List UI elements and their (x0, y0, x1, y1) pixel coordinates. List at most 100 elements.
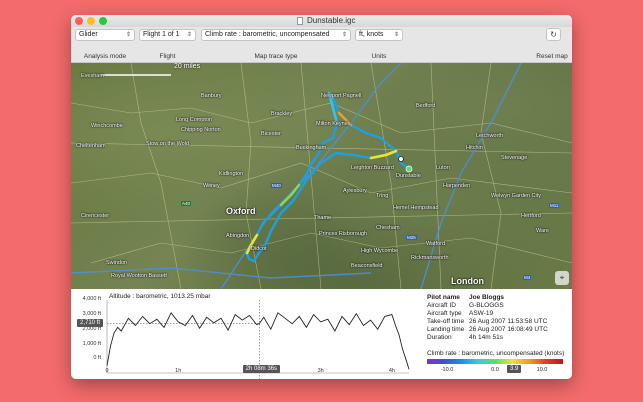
x-tick-label: 4h (388, 368, 395, 374)
town-label: Cheltenham (76, 143, 106, 149)
road-shield: A40 (181, 201, 192, 206)
info-row-duration: Duration 4h 14m 51s (427, 334, 567, 342)
road-shield: M40 (271, 183, 282, 188)
town-label: Ware (536, 228, 549, 234)
reset-map-label: Reset map (536, 53, 568, 60)
toolbar: Glider ⇕ Flight 1 of 1 ⇕ Climb rate : ba… (71, 27, 572, 63)
info-key: Landing time (427, 326, 465, 333)
town-label: Royal Wootton Bassett (111, 273, 167, 279)
town-label: Didcot (251, 246, 267, 252)
town-label: Letchworth (476, 133, 503, 139)
town-label: Dunstable (396, 173, 421, 179)
flight-value: Flight 1 of 1 (143, 31, 180, 38)
chevron-updown-icon: ⇕ (125, 32, 131, 38)
glider-marker (398, 156, 404, 162)
zoom-button[interactable] (99, 17, 107, 25)
legend-min-label: -10.0 (440, 367, 454, 373)
analysis-mode-value: Glider (79, 31, 98, 38)
motorways (71, 63, 522, 289)
chevron-updown-icon: ⇕ (186, 32, 192, 38)
town-label: Watford (426, 241, 446, 247)
refresh-icon: ↻ (550, 30, 557, 39)
x-tick-label: 0 (105, 368, 109, 374)
info-row-landing: Landing time 26 Aug 2007 16:08:49 UTC (427, 326, 567, 334)
town-label: Oxford (226, 206, 256, 216)
town-label: Welwyn Garden City (491, 193, 542, 199)
window-title: Dunstable.igc (307, 16, 356, 25)
town-label: Winchcombe (91, 123, 123, 129)
document-icon (297, 17, 303, 25)
town-label: Swindon (106, 260, 128, 266)
flight-label: Flight (159, 53, 176, 60)
trace-type-value: Climb rate : barometric, uncompensated (205, 31, 330, 38)
info-value: 26 Aug 2007 11:53:58 UTC (469, 318, 548, 325)
town-label: London (451, 276, 484, 286)
map-view[interactable]: 20 miles Evesham Banbury Bicester Chippi… (71, 63, 572, 289)
info-row-pilot: Pilot name Joe Bloggs (427, 294, 567, 302)
chevron-updown-icon: ⇕ (341, 32, 347, 38)
info-row-aircraft-id: Aircraft ID G-BLOGGS (427, 302, 567, 310)
climb-legend-title: Climb rate : barometric, uncompensated (… (427, 350, 565, 357)
road-shield: M4 (523, 275, 532, 280)
title-bar: Dunstable.igc (71, 15, 572, 27)
town-label: Milton Keynes (316, 121, 351, 127)
trace-type-label: Map trace type (254, 53, 298, 60)
road-shield: M25 (406, 235, 417, 240)
analysis-mode-label: Analysis mode (83, 53, 127, 60)
compass-icon[interactable]: ⌖ (555, 271, 569, 285)
town-label: Luton (436, 165, 450, 171)
town-label: Thame (314, 215, 332, 221)
units-value: ft, knots (359, 31, 384, 38)
town-label: Beaconsfield (351, 263, 383, 269)
trace-type-select[interactable]: Climb rate : barometric, uncompensated ⇕ (201, 29, 351, 41)
info-row-aircraft-type: Aircraft type ASW-19 (427, 310, 567, 318)
town-label: Buckingham (296, 145, 327, 151)
town-label: Harpenden (443, 183, 471, 189)
town-label: Evesham (81, 73, 104, 79)
info-value: Joe Bloggs (469, 294, 505, 301)
cursor-time-tag: 2h 08m 36s (242, 365, 281, 373)
legend-current-value: 3.9 (507, 365, 522, 373)
town-label: Chipping Norton (181, 127, 221, 133)
info-value: 26 Aug 2007 16:08:49 UTC (469, 326, 548, 333)
reset-map-button[interactable]: ↻ (546, 28, 561, 41)
town-label: Princes Risborough (319, 231, 367, 237)
town-label: Banbury (201, 93, 222, 99)
town-label: Abingdon (226, 233, 250, 239)
app-window: Dunstable.igc Glider ⇕ Flight 1 of 1 ⇕ C… (71, 15, 572, 379)
minimize-button[interactable] (87, 17, 95, 25)
town-label: Chesham (376, 225, 400, 231)
town-label: Tring (376, 193, 389, 199)
road-shield: M11 (549, 203, 560, 208)
info-value: G-BLOGGS (469, 302, 504, 309)
town-label: Newport Pagnell (321, 93, 362, 99)
legend-mid-label: 0.0 (491, 367, 499, 373)
close-button[interactable] (75, 17, 83, 25)
x-tick-label: 3h (317, 368, 324, 374)
flight-select[interactable]: Flight 1 of 1 ⇕ (139, 29, 196, 41)
analysis-mode-select[interactable]: Glider ⇕ (75, 29, 135, 41)
town-label: Hemel Hempstead (393, 205, 439, 211)
info-value: 4h 14m 51s (469, 334, 503, 341)
info-key: Aircraft ID (427, 302, 456, 309)
x-tick-label: 1h (175, 368, 182, 374)
info-value: ASW-19 (469, 310, 494, 317)
info-key: Pilot name (427, 294, 460, 301)
town-label: Long Compton (176, 117, 213, 123)
town-label: Bicester (261, 131, 281, 137)
town-label: Aylesbury (343, 188, 368, 194)
town-label: Leighton Buzzard (351, 165, 394, 171)
info-row-takeoff: Take-off time 26 Aug 2007 11:53:58 UTC (427, 318, 567, 326)
town-label: Cirencester (81, 213, 110, 219)
altitude-chart[interactable] (71, 289, 411, 379)
cursor-altitude-tag: 2,710 ft (77, 318, 104, 327)
town-label: Stow on the Wold (146, 141, 190, 147)
legend-max-label: 10.0 (536, 367, 548, 373)
units-select[interactable]: ft, knots ⇕ (355, 29, 403, 41)
town-label: Hitchin (466, 145, 483, 151)
town-label: Stevenage (501, 155, 528, 161)
units-label: Units (371, 53, 387, 60)
info-key: Duration (427, 334, 452, 341)
scale-label: 20 miles (174, 63, 201, 70)
town-label: Witney (203, 183, 220, 189)
